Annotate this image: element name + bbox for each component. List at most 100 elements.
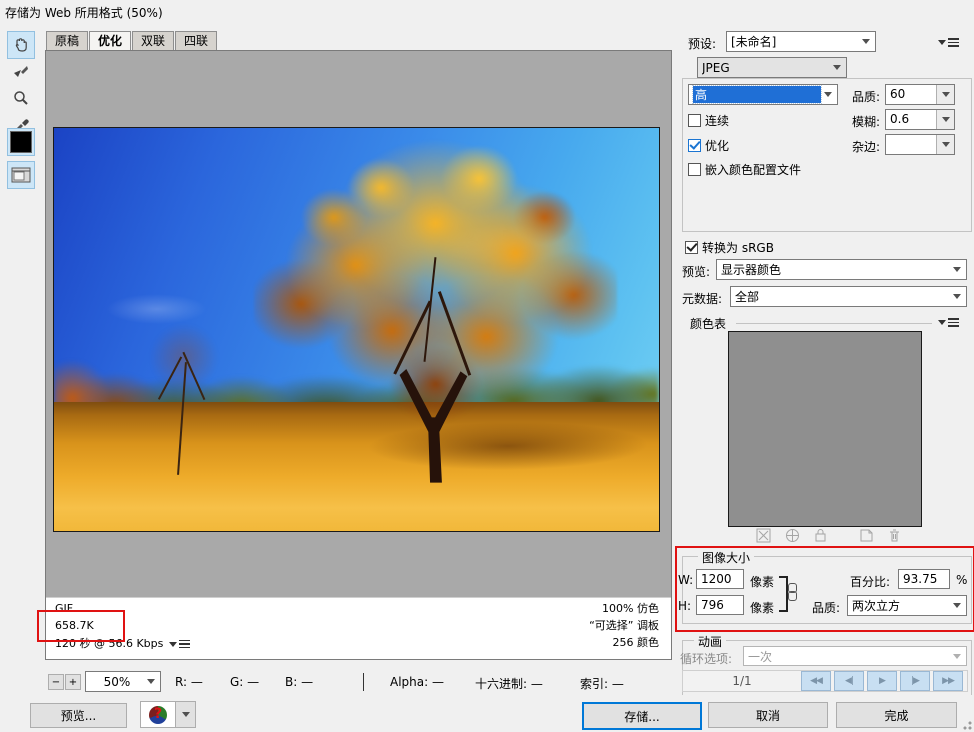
preview-tabs: 原稿优化双联四联 xyxy=(46,31,218,50)
quality-arrow-button[interactable] xyxy=(936,85,954,104)
browser-select-arrow[interactable] xyxy=(176,701,196,728)
black-color-swatch xyxy=(10,131,32,153)
file-size-readout: 658.7K xyxy=(55,618,94,634)
preview-in-browser-control: ? xyxy=(140,701,196,728)
blur-arrow-button[interactable] xyxy=(936,110,954,129)
index-readout: 索引: — xyxy=(580,675,624,692)
chevron-down-icon xyxy=(942,142,950,151)
quality-spinner[interactable]: 60 xyxy=(885,84,955,105)
blur-value: 0.6 xyxy=(886,110,936,129)
resize-grip[interactable] xyxy=(962,720,972,730)
height-input[interactable]: 796 xyxy=(696,595,744,615)
progressive-checkbox[interactable] xyxy=(688,114,701,127)
quality-label: 品质: xyxy=(852,88,880,105)
preview-panel: GIF 658.7K 120 秒 @ 56.6 Kbps 100% 仿色 “可选… xyxy=(45,50,672,660)
tab-2up[interactable]: 双联 xyxy=(132,31,174,50)
srgb-checkbox[interactable] xyxy=(685,241,698,254)
zoom-in-button[interactable]: + xyxy=(65,674,81,690)
compression-quality-select[interactable]: 高 xyxy=(688,84,838,105)
divider xyxy=(363,673,364,691)
format-readout: GIF xyxy=(55,601,73,617)
download-time-readout: 120 秒 @ 56.6 Kbps xyxy=(55,636,163,652)
chevron-down-icon xyxy=(942,92,950,101)
download-time-menu-icon[interactable] xyxy=(169,638,190,651)
preview-mode-select[interactable]: 显示器颜色 xyxy=(716,259,967,280)
percent-unit: % xyxy=(956,573,967,587)
blur-spinner[interactable]: 0.6 xyxy=(885,109,955,130)
preview-mode-label: 预览: xyxy=(682,263,710,280)
tab-original[interactable]: 原稿 xyxy=(46,31,88,50)
resample-quality-select[interactable]: 两次立方 xyxy=(847,595,967,616)
matte-label: 杂边: xyxy=(852,138,880,155)
format-value: JPEG xyxy=(702,61,830,75)
percent-input[interactable]: 93.75 xyxy=(898,569,950,589)
cancel-button[interactable]: 取消 xyxy=(708,702,828,728)
slice-select-tool-button[interactable] xyxy=(7,58,35,86)
trash-icon[interactable] xyxy=(888,528,901,543)
color-table-grid[interactable] xyxy=(728,331,922,527)
save-for-web-dialog: 存储为 Web 所用格式 (50%) 原稿优化双联四联 xyxy=(0,0,974,732)
progressive-row: 连续 xyxy=(688,112,729,129)
slices-visibility-icon xyxy=(11,167,31,183)
zoom-level-select[interactable]: 50% xyxy=(85,671,161,692)
save-button[interactable]: 存储... xyxy=(582,702,702,730)
matte-select[interactable] xyxy=(885,134,955,155)
done-button[interactable]: 完成 xyxy=(836,702,957,728)
loop-options-label: 循环选项: xyxy=(680,650,732,667)
blur-label: 模糊: xyxy=(852,113,880,130)
chevron-down-icon xyxy=(824,92,832,101)
last-frame-button[interactable]: ▶▶ xyxy=(933,671,963,691)
preview-mode-value: 显示器颜色 xyxy=(721,261,950,278)
new-color-icon[interactable] xyxy=(859,528,874,543)
width-input[interactable]: 1200 xyxy=(696,569,744,589)
preview-canvas[interactable] xyxy=(46,51,671,597)
eyedropper-color-swatch[interactable] xyxy=(7,128,35,156)
srgb-row: 转换为 sRGB xyxy=(685,239,774,256)
zoom-level-value: 50% xyxy=(90,675,144,689)
width-label: W: xyxy=(678,573,693,587)
percent-label: 百分比: xyxy=(850,573,890,590)
tab-4up[interactable]: 四联 xyxy=(175,31,217,50)
lock-icon[interactable] xyxy=(814,528,827,543)
height-unit: 像素 xyxy=(750,599,774,616)
browser-globe-icon: ? xyxy=(149,706,167,724)
chevron-down-icon xyxy=(833,65,841,74)
chevron-down-icon xyxy=(953,654,961,663)
map-transparency-icon[interactable] xyxy=(756,528,771,543)
chevron-down-icon xyxy=(942,117,950,126)
toggle-slices-button[interactable] xyxy=(7,161,35,189)
zoom-tool-button[interactable] xyxy=(7,84,35,112)
preset-menu-icon[interactable] xyxy=(938,36,959,49)
chevron-down-icon xyxy=(862,39,870,48)
first-frame-button[interactable]: ◀◀ xyxy=(801,671,831,691)
format-select[interactable]: JPEG xyxy=(697,57,847,78)
preview-button[interactable]: 预览... xyxy=(30,703,127,728)
embed-profile-checkbox[interactable] xyxy=(688,163,701,176)
r-readout: R: — xyxy=(175,675,203,689)
preview-image[interactable] xyxy=(53,127,660,532)
embed-profile-row: 嵌入颜色配置文件 xyxy=(688,161,801,178)
color-table-menu-icon[interactable] xyxy=(938,316,959,329)
loop-options-select[interactable]: 一次 xyxy=(743,646,967,666)
web-shift-icon[interactable] xyxy=(785,528,800,543)
play-button[interactable]: ▶ xyxy=(867,671,897,691)
metadata-label: 元数据: xyxy=(682,290,722,307)
hand-icon xyxy=(12,36,30,54)
previous-frame-button[interactable]: ◀| xyxy=(834,671,864,691)
optimized-checkbox[interactable] xyxy=(688,139,701,152)
window-title: 存储为 Web 所用格式 (50%) xyxy=(5,4,163,21)
tab-optimized[interactable]: 优化 xyxy=(89,31,131,50)
hand-tool-button[interactable] xyxy=(7,31,35,59)
metadata-select[interactable]: 全部 xyxy=(730,286,967,307)
color-table-toolbar xyxy=(756,528,901,543)
colors-readout: 256 颜色 xyxy=(613,635,660,651)
preset-value: [未命名] xyxy=(731,33,859,50)
matte-arrow-button[interactable] xyxy=(936,135,954,154)
zoom-out-button[interactable]: − xyxy=(48,674,64,690)
loop-options-value: 一次 xyxy=(748,648,950,665)
embed-profile-label: 嵌入颜色配置文件 xyxy=(705,161,801,178)
preset-select[interactable]: [未命名] xyxy=(726,31,876,52)
dither-readout: 100% 仿色 xyxy=(602,601,659,617)
preview-in-browser-button[interactable]: ? xyxy=(140,701,176,728)
next-frame-button[interactable]: |▶ xyxy=(900,671,930,691)
